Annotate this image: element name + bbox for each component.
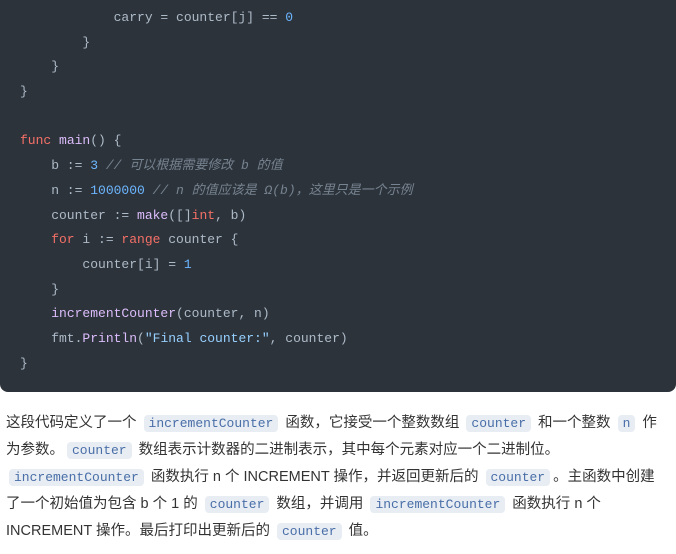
code-line: incrementCounter(counter, n) (20, 306, 270, 321)
prose-text: 数组表示计数器的二进制表示，其中每个元素对应一个二进制位。 (135, 442, 560, 458)
code-line: counter := make([]int, b) (20, 208, 246, 223)
inline-code: incrementCounter (370, 496, 505, 513)
explanation-paragraph: 这段代码定义了一个 incrementCounter 函数，它接受一个整数数组 … (0, 392, 676, 554)
inline-code: counter (466, 415, 531, 432)
code-line: func main() { (20, 133, 121, 148)
code-line: b := 3 // 可以根据需要修改 b 的值 (20, 158, 283, 173)
prose-text: 数组，并调用 (272, 496, 367, 512)
prose-text: 函数执行 n 个 INCREMENT 操作，并返回更新后的 (147, 469, 483, 485)
prose-text: 函数，它接受一个整数数组 (281, 415, 463, 431)
inline-code: counter (67, 442, 132, 459)
code-line: carry = counter[j] == 0 (20, 10, 293, 25)
prose-text: 值。 (345, 523, 378, 539)
code-line: fmt.Println("Final counter:", counter) (20, 331, 348, 346)
inline-code: counter (205, 496, 270, 513)
code-block: carry = counter[j] == 0 } } } func main(… (0, 0, 676, 392)
prose-text: 和一个整数 (534, 415, 615, 431)
code-line: } (20, 84, 28, 99)
inline-code: n (618, 415, 636, 432)
code-line: for i := range counter { (20, 232, 238, 247)
code-line: } (20, 35, 90, 50)
inline-code: incrementCounter (9, 469, 144, 486)
code-line: } (20, 356, 28, 371)
code-line: } (20, 282, 59, 297)
code-line: n := 1000000 // n 的值应该是 Ω(b)，这里只是一个示例 (20, 183, 413, 198)
code-line: counter[i] = 1 (20, 257, 192, 272)
inline-code: counter (277, 523, 342, 540)
code-line: } (20, 59, 59, 74)
inline-code: incrementCounter (144, 415, 279, 432)
inline-code: counter (486, 469, 551, 486)
prose-text: 这段代码定义了一个 (6, 415, 141, 431)
